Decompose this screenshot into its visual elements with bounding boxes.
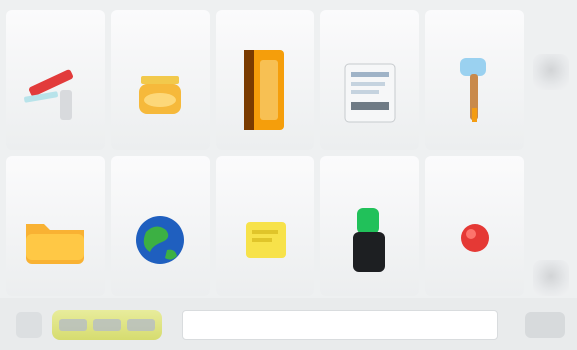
- document-icon: [344, 63, 396, 123]
- side-indicator: [533, 148, 569, 178]
- app-tile-notes[interactable]: [215, 156, 315, 296]
- tile-label: [111, 24, 210, 38]
- folder-icon: [26, 224, 85, 264]
- tile-label: [6, 24, 105, 38]
- app-tile-pen[interactable]: [6, 10, 105, 150]
- app-tile-folder[interactable]: [6, 156, 105, 296]
- scroll-up-button[interactable]: [533, 54, 569, 90]
- go-button[interactable]: [525, 312, 565, 338]
- tile-label: [216, 170, 315, 184]
- red-pen-icon: [24, 69, 74, 120]
- tile-label: [320, 170, 419, 184]
- tile-label: [216, 24, 315, 38]
- red-button-icon: [460, 224, 489, 252]
- search-input[interactable]: [182, 310, 498, 340]
- tile-label: [111, 170, 210, 184]
- tile-label: [6, 170, 105, 184]
- app-grid: [6, 10, 524, 296]
- view-segment[interactable]: [93, 319, 121, 331]
- app-tile-record[interactable]: [425, 156, 524, 296]
- orange-book-icon: [243, 50, 284, 130]
- green-battery-icon: [352, 208, 385, 272]
- view-segment[interactable]: [127, 319, 155, 331]
- tile-label: [425, 170, 524, 184]
- paint-brush-icon: [459, 58, 486, 122]
- view-switcher[interactable]: [52, 310, 162, 340]
- app-tile-globe[interactable]: [110, 156, 210, 296]
- scroll-down-button[interactable]: [533, 260, 569, 296]
- app-tile-book[interactable]: [215, 10, 315, 150]
- app-tile-brush[interactable]: [425, 10, 524, 150]
- view-segment[interactable]: [59, 319, 87, 331]
- tile-label: [320, 24, 419, 38]
- side-controls: [533, 10, 569, 296]
- menu-button[interactable]: [16, 312, 42, 338]
- app-tile-honey[interactable]: [110, 10, 210, 150]
- sticky-note-icon: [245, 222, 286, 258]
- app-tile-battery[interactable]: [320, 156, 420, 296]
- globe-icon: [136, 216, 185, 264]
- app-tile-document[interactable]: [320, 10, 420, 150]
- honey-jar-icon: [139, 76, 182, 114]
- bottom-bar: [0, 298, 577, 350]
- tile-label: [425, 24, 524, 38]
